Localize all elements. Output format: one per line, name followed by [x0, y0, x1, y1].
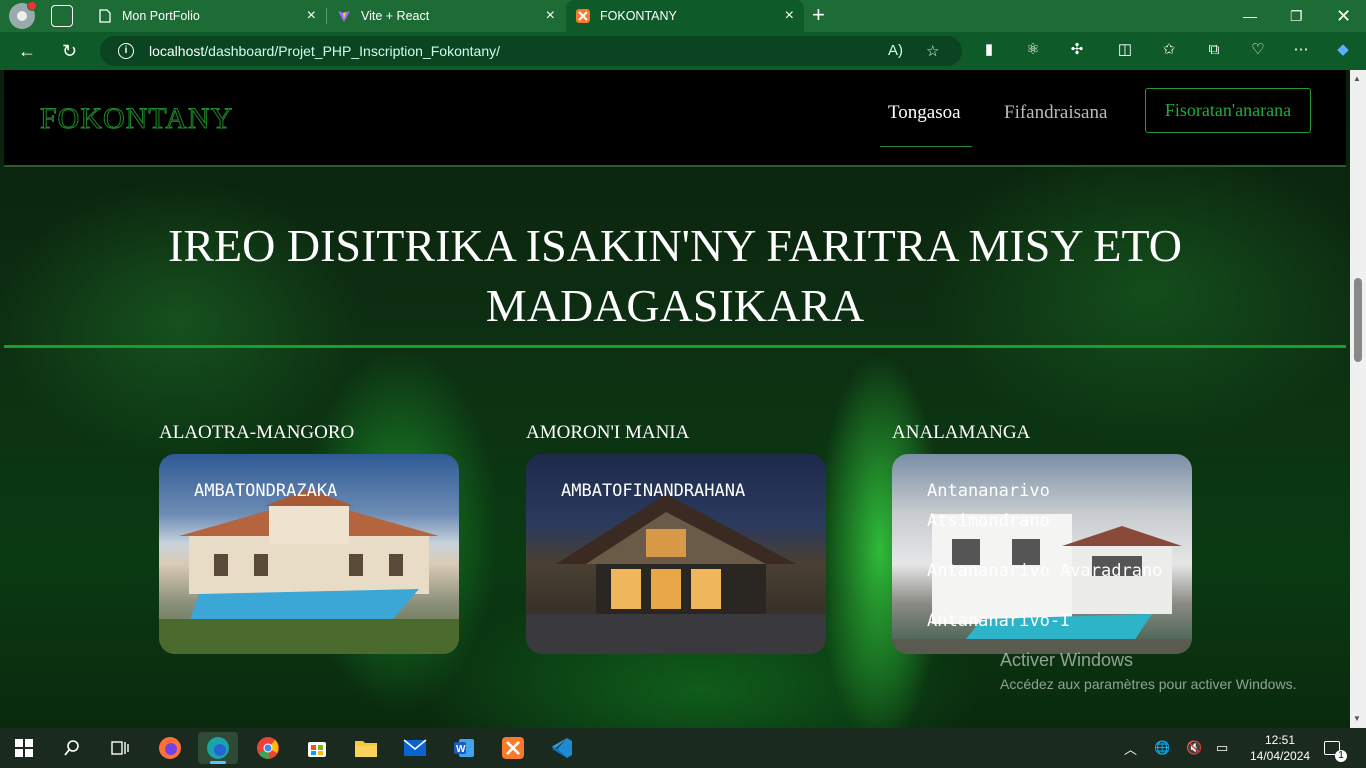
xampp-icon — [576, 9, 590, 23]
store-icon[interactable] — [297, 732, 337, 764]
region-title: ANALAMANGA — [892, 422, 1031, 443]
url-text[interactable]: localhost/dashboard/Projet_PHP_Inscripti… — [149, 43, 500, 59]
page-viewport: FOKONTANY Tongasoa Fifandraisana Fisorat… — [0, 70, 1350, 728]
district-item[interactable]: AMBATOFINANDRAHANA — [561, 476, 816, 506]
tab-actions-icon[interactable] — [51, 5, 73, 27]
windows-taskbar: W ︿ 🌐 🔇 ▭ 12:51 14/04/2024 1 — [0, 728, 1366, 768]
mail-icon[interactable] — [395, 732, 435, 764]
volume-muted-icon[interactable]: 🔇 — [1186, 728, 1202, 768]
site-navbar: FOKONTANY Tongasoa Fifandraisana Fisorat… — [4, 70, 1346, 167]
district-item[interactable]: Antananarivo Avaradrano — [927, 556, 1182, 586]
region-amoroni-mania: AMORON'I MANIA AMBATOFINANDRAHANA — [526, 422, 826, 654]
district-list: AMBATOFINANDRAHANA — [561, 476, 816, 526]
region-card[interactable]: Antananarivo Atsimondrano Antananarivo A… — [892, 454, 1192, 654]
region-card[interactable]: AMBATONDRAZAKA — [159, 454, 459, 654]
edge-icon[interactable] — [198, 732, 238, 764]
watermark-subtitle: Accédez aux paramètres pour activer Wind… — [1000, 676, 1297, 692]
react-devtools-icon[interactable]: ⚛ — [1024, 41, 1042, 59]
district-list: Antananarivo Atsimondrano Antananarivo A… — [927, 476, 1182, 654]
register-button[interactable]: Fisoratan'anarana — [1145, 88, 1311, 133]
svg-text:W: W — [456, 744, 466, 755]
vscode-icon[interactable] — [542, 732, 582, 764]
read-aloud-icon[interactable]: A) — [888, 42, 903, 59]
copilot-icon[interactable]: ◆ — [1334, 41, 1352, 59]
district-item[interactable]: AMBATONDRAZAKA — [194, 476, 449, 506]
tab-vite-react[interactable]: Vite + React × — [327, 0, 565, 32]
chrome-icon[interactable] — [248, 732, 288, 764]
tab-title: Vite + React — [361, 9, 430, 23]
activate-windows-watermark: Activer Windows Accédez aux paramètres p… — [1000, 650, 1296, 692]
scrollbar-thumb[interactable] — [1354, 278, 1362, 362]
tab-close-icon[interactable]: × — [546, 8, 555, 24]
profile-avatar[interactable] — [9, 1, 37, 29]
region-alaotra-mangoro: ALAOTRA-MANGORO AMBATONDRAZAKA — [159, 422, 459, 654]
site-logo[interactable]: FOKONTANY — [39, 102, 233, 136]
extension-icon[interactable]: ▮ — [980, 41, 998, 59]
clock-date: 14/04/2024 — [1250, 749, 1311, 763]
clock-time: 12:51 — [1264, 733, 1296, 747]
more-menu-icon[interactable]: ⋯ — [1292, 41, 1310, 59]
tab-close-icon[interactable]: × — [785, 8, 794, 24]
search-icon[interactable] — [52, 732, 92, 764]
nav-link-fifandraisana[interactable]: Fifandraisana — [1004, 102, 1107, 124]
refresh-icon[interactable]: ↻ — [62, 41, 77, 61]
tab-title: FOKONTANY — [600, 9, 677, 23]
tab-title: Mon PortFolio — [122, 9, 200, 23]
page-scrollbar[interactable]: ▲ ▼ — [1350, 70, 1366, 728]
scroll-down-icon[interactable]: ▼ — [1353, 714, 1361, 723]
word-icon[interactable]: W — [444, 732, 484, 764]
site-info-icon[interactable]: i — [118, 43, 134, 59]
region-card[interactable]: AMBATOFINANDRAHANA — [526, 454, 826, 654]
tab-close-icon[interactable]: × — [307, 8, 316, 24]
split-screen-icon[interactable]: ◫ — [1116, 41, 1134, 59]
nav-active-underline — [880, 146, 972, 147]
file-explorer-icon[interactable] — [346, 732, 386, 764]
district-item[interactable]: Antananarivo Atsimondrano — [927, 476, 1182, 536]
hero-title: IREO DISITRIKA ISAKIN'NY FARITRA MISY ET… — [0, 216, 1350, 336]
favorites-icon[interactable]: ✩ — [1160, 41, 1178, 59]
region-title: ALAOTRA-MANGORO — [159, 422, 355, 443]
close-window-icon[interactable]: ✕ — [1336, 0, 1351, 32]
extensions-puzzle-icon[interactable]: ✣ — [1068, 41, 1086, 59]
district-item[interactable]: Antananarivo-I — [927, 606, 1182, 636]
language-globe-icon[interactable]: 🌐 — [1154, 728, 1170, 768]
vite-icon — [337, 9, 351, 23]
start-icon[interactable] — [4, 732, 44, 764]
new-tab-icon[interactable]: + — [812, 4, 825, 26]
address-bar[interactable]: i localhost/dashboard/Projet_PHP_Inscrip… — [100, 36, 962, 66]
firefox-icon[interactable] — [150, 732, 190, 764]
restore-icon[interactable]: ❐ — [1290, 0, 1303, 32]
page-icon — [98, 9, 112, 23]
back-icon[interactable]: ← — [18, 41, 36, 61]
hero-title-line-1: IREO DISITRIKA ISAKIN'NY FARITRA MISY ET… — [168, 220, 1182, 271]
browser-tab-bar: Mon PortFolio × Vite + React × FOKONTANY… — [0, 0, 1366, 32]
watermark-title: Activer Windows — [1000, 650, 1134, 670]
region-title: AMORON'I MANIA — [526, 422, 690, 443]
hero-title-line-2: MADAGASIKARA — [485, 280, 865, 331]
district-list: AMBATONDRAZAKA — [194, 476, 449, 526]
network-icon[interactable]: ▭ — [1216, 728, 1228, 768]
browser-essentials-icon[interactable]: ♡ — [1249, 41, 1267, 59]
region-analamanga: ANALAMANGA Antananarivo Atsimondrano Ant… — [892, 422, 1192, 654]
notifications-icon[interactable]: 1 — [1324, 728, 1347, 768]
notification-count: 1 — [1335, 750, 1347, 762]
hero-divider — [4, 345, 1346, 348]
favorite-star-icon[interactable]: ☆ — [926, 42, 939, 60]
tab-fokontany[interactable]: FOKONTANY × — [566, 0, 804, 32]
collections-icon[interactable]: ⧉ — [1205, 41, 1223, 59]
xampp-taskbar-icon[interactable] — [493, 732, 533, 764]
minimize-icon[interactable]: — — [1243, 0, 1257, 32]
system-clock[interactable]: 12:51 14/04/2024 — [1250, 732, 1310, 764]
task-view-icon[interactable] — [100, 732, 140, 764]
tab-mon-portfolio[interactable]: Mon PortFolio × — [88, 0, 326, 32]
profile-head-icon — [17, 11, 27, 21]
show-hidden-icons[interactable]: ︿ — [1124, 728, 1137, 768]
scroll-up-icon[interactable]: ▲ — [1353, 74, 1361, 83]
nav-link-tongasoa[interactable]: Tongasoa — [888, 102, 961, 124]
browser-toolbar: ← ↻ i localhost/dashboard/Projet_PHP_Ins… — [0, 32, 1366, 70]
